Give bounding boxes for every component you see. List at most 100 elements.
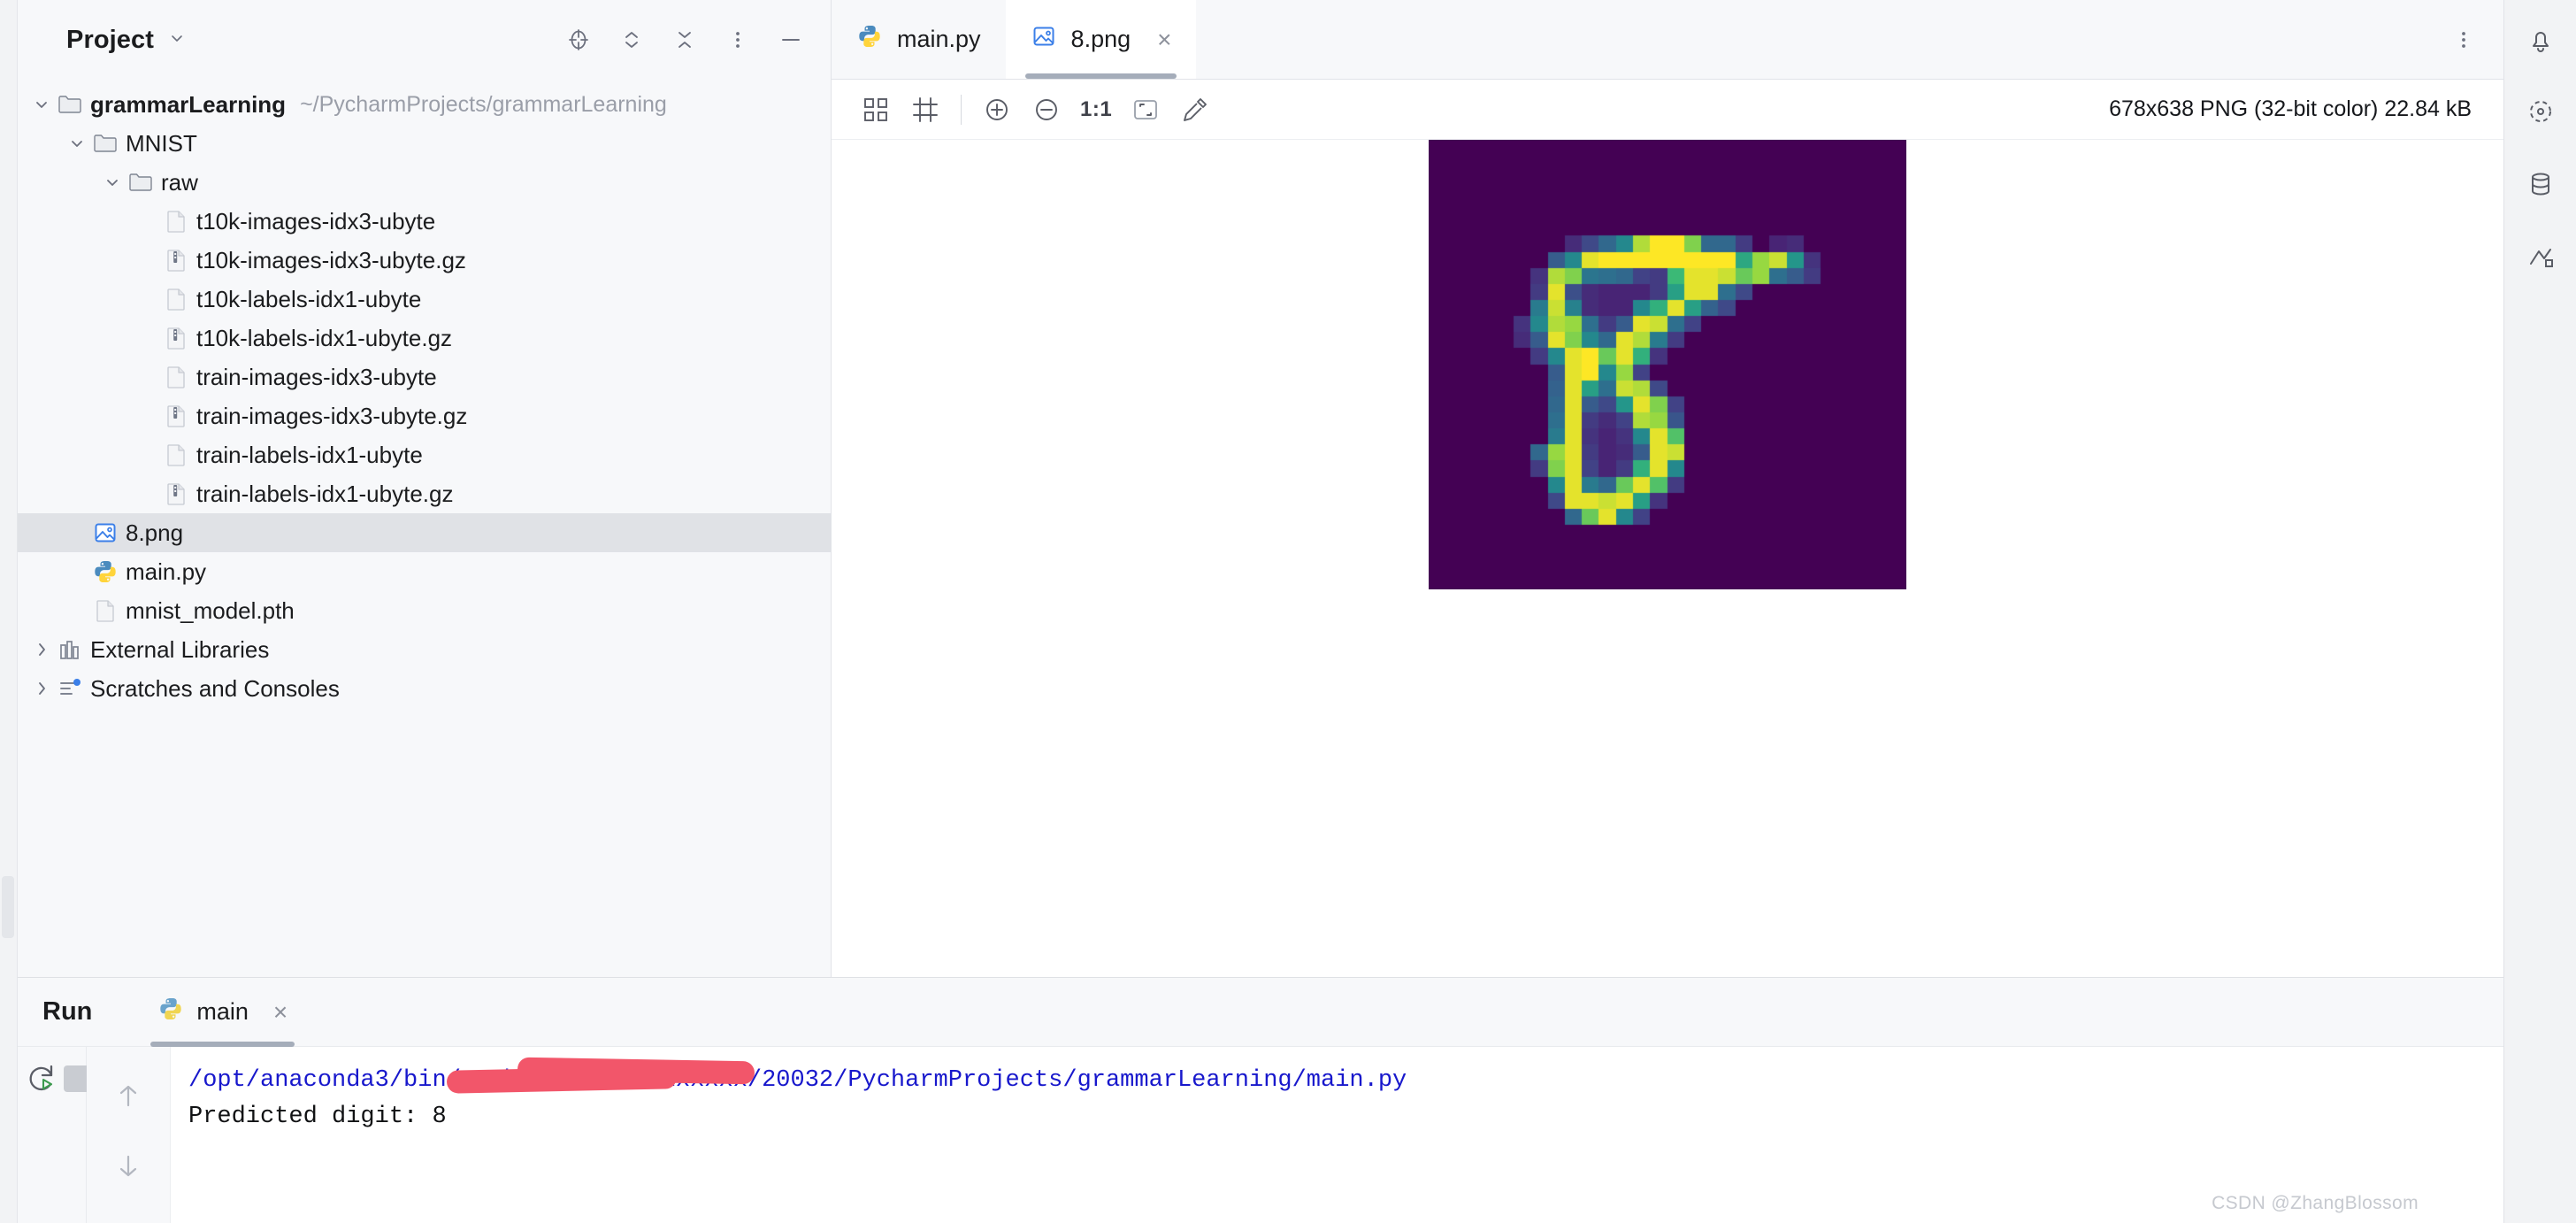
tree-item-path: ~/PycharmProjects/grammarLearning bbox=[300, 91, 667, 117]
image-preview-canvas[interactable] bbox=[832, 140, 2503, 977]
console-scroll-gutter bbox=[87, 1047, 171, 1223]
zoom-out-icon[interactable] bbox=[1022, 85, 1071, 135]
minimize-icon[interactable] bbox=[778, 27, 804, 53]
project-tool-window: Project grammarLearning ~/PycharmProject… bbox=[18, 0, 832, 977]
tree-item-label: t10k-images-idx3-ubyte.gz bbox=[196, 246, 466, 273]
ai-assistant-icon[interactable] bbox=[2525, 96, 2557, 127]
toggle-image-border-icon[interactable] bbox=[901, 85, 950, 135]
tree-item-train-images-idx3-ubyte-gz[interactable]: train-images-idx3-ubyte.gz bbox=[18, 396, 831, 435]
database-icon[interactable] bbox=[2525, 168, 2557, 200]
editor-tab-bar: main.py 8.png × bbox=[832, 0, 2503, 80]
tree-item-grammarlearning[interactable]: grammarLearning ~/PycharmProjects/grammar… bbox=[18, 85, 831, 124]
tree-item-train-images-idx3-ubyte[interactable]: train-images-idx3-ubyte bbox=[18, 358, 831, 396]
tree-item-mnist[interactable]: MNIST bbox=[18, 124, 831, 163]
run-panel-title: Run bbox=[42, 997, 93, 1026]
collapse-all-icon[interactable] bbox=[671, 27, 698, 53]
tree-item-main-py[interactable]: main.py bbox=[18, 552, 831, 591]
tree-item-t10k-images-idx3-ubyte[interactable]: t10k-images-idx3-ubyte bbox=[18, 202, 831, 241]
tree-item-label: train-labels-idx1-ubyte.gz bbox=[196, 480, 454, 507]
run-panel-header: Run main × bbox=[18, 978, 2503, 1047]
archive-icon bbox=[163, 325, 189, 351]
rail-drag-handle[interactable] bbox=[2, 876, 14, 938]
run-console-output[interactable]: /opt/anaconda3/bin/python /Users/xxxxxx/… bbox=[171, 1047, 2503, 1223]
tree-item-mnist-model-pth[interactable]: mnist_model.pth bbox=[18, 591, 831, 630]
editor-tab-label: main.py bbox=[897, 26, 981, 52]
tree-item-train-labels-idx1-ubyte-gz[interactable]: train-labels-idx1-ubyte.gz bbox=[18, 474, 831, 513]
toggle-transparency-grid-icon[interactable] bbox=[851, 85, 901, 135]
pycharm-window: Project grammarLearning ~/PycharmProject… bbox=[0, 0, 2576, 1223]
chevron-down-icon[interactable] bbox=[62, 134, 92, 153]
zoom-in-icon[interactable] bbox=[972, 85, 1022, 135]
python-file-icon bbox=[92, 558, 119, 585]
tree-item-label: raw bbox=[161, 168, 198, 196]
rerun-icon[interactable] bbox=[25, 1052, 60, 1105]
toolbar-separator bbox=[961, 94, 962, 125]
tree-item-t10k-labels-idx1-ubyte-gz[interactable]: t10k-labels-idx1-ubyte.gz bbox=[18, 319, 831, 358]
chevron-down-icon[interactable] bbox=[168, 29, 186, 50]
chevron-right-icon[interactable] bbox=[27, 679, 57, 698]
tree-item-train-labels-idx1-ubyte[interactable]: train-labels-idx1-ubyte bbox=[18, 435, 831, 474]
image-file-icon bbox=[92, 519, 119, 546]
python-file-icon bbox=[157, 996, 184, 1028]
scratches-icon bbox=[57, 675, 83, 702]
locate-icon[interactable] bbox=[565, 27, 592, 53]
tree-item-label: t10k-images-idx3-ubyte bbox=[196, 207, 436, 235]
csdn-watermark: CSDN @ZhangBlossom bbox=[2212, 1193, 2419, 1213]
archive-icon bbox=[163, 403, 189, 429]
expand-collapse-icon[interactable] bbox=[618, 27, 645, 53]
fit-to-window-icon[interactable] bbox=[1121, 85, 1170, 135]
chevron-down-icon[interactable] bbox=[27, 95, 57, 114]
tree-item-label: train-images-idx3-ubyte.gz bbox=[196, 402, 468, 429]
close-icon[interactable]: × bbox=[1157, 27, 1171, 52]
tree-item-t10k-labels-idx1-ubyte[interactable]: t10k-labels-idx1-ubyte bbox=[18, 280, 831, 319]
run-tool-window: Run main × /opt/anaconda3/bin/python /Us… bbox=[18, 977, 2503, 1223]
more-options-icon[interactable] bbox=[2424, 0, 2503, 79]
archive-icon bbox=[163, 481, 189, 507]
tree-item-label: train-labels-idx1-ubyte bbox=[196, 441, 423, 468]
notifications-icon[interactable] bbox=[2525, 23, 2557, 55]
project-header-actions bbox=[565, 27, 804, 53]
console-output-line: Predicted digit: 8 bbox=[188, 1104, 447, 1130]
right-tool-rail bbox=[2503, 0, 2576, 1223]
close-icon[interactable]: × bbox=[273, 999, 288, 1025]
python-file-icon bbox=[856, 23, 883, 56]
tree-item-label: MNIST bbox=[126, 129, 197, 157]
run-toolbar bbox=[18, 1047, 130, 1223]
folder-icon bbox=[127, 169, 154, 196]
tree-item-label: Scratches and Consoles bbox=[90, 674, 340, 702]
library-icon bbox=[57, 636, 83, 663]
chevron-right-icon[interactable] bbox=[27, 640, 57, 659]
editor-tab-label: 8.png bbox=[1070, 26, 1131, 52]
project-panel-title: Project bbox=[66, 25, 155, 54]
tree-item-label: train-images-idx3-ubyte bbox=[196, 363, 437, 390]
scroll-down-icon[interactable] bbox=[110, 1148, 147, 1185]
tree-item-label: main.py bbox=[126, 558, 207, 585]
more-options-icon[interactable] bbox=[724, 27, 751, 53]
zoom-ratio-label: 1:1 bbox=[1080, 96, 1113, 121]
editor-area: main.py 8.png × 1:1 678x638 PNG (32-bit … bbox=[832, 0, 2503, 977]
tree-item-raw[interactable]: raw bbox=[18, 163, 831, 202]
project-file-tree[interactable]: grammarLearning ~/PycharmProjects/grammar… bbox=[18, 80, 831, 708]
chevron-down-icon[interactable] bbox=[97, 173, 127, 192]
editor-tab-8-png[interactable]: 8.png × bbox=[1005, 0, 1197, 79]
file-icon bbox=[163, 442, 189, 468]
project-panel-header: Project bbox=[18, 0, 831, 80]
file-icon bbox=[163, 286, 189, 312]
tree-item-t10k-images-idx3-ubyte-gz[interactable]: t10k-images-idx3-ubyte.gz bbox=[18, 241, 831, 280]
gradle-icon[interactable] bbox=[2525, 241, 2557, 273]
run-tab-label: main bbox=[196, 998, 249, 1025]
file-icon bbox=[92, 597, 119, 624]
tree-item-8-png[interactable]: 8.png bbox=[18, 513, 831, 552]
console-command-text: /opt/anaconda3/bin/python /Users/xxxxxx/… bbox=[188, 1067, 1407, 1094]
archive-icon bbox=[163, 247, 189, 273]
tree-item-label: t10k-labels-idx1-ubyte bbox=[196, 285, 422, 312]
run-tab-main[interactable]: main × bbox=[138, 978, 307, 1047]
tree-item-external-libraries[interactable]: External Libraries bbox=[18, 630, 831, 669]
redaction-mark-2 bbox=[517, 1057, 755, 1085]
editor-tab-main-py[interactable]: main.py bbox=[832, 0, 1006, 79]
tree-item-scratches-and-consoles[interactable]: Scratches and Consoles bbox=[18, 669, 831, 708]
scroll-up-icon[interactable] bbox=[110, 1077, 147, 1114]
image-info-label: 678x638 PNG (32-bit color) 22.84 kB bbox=[2109, 96, 2472, 121]
color-picker-icon[interactable] bbox=[1170, 85, 1220, 135]
file-icon bbox=[163, 364, 189, 390]
